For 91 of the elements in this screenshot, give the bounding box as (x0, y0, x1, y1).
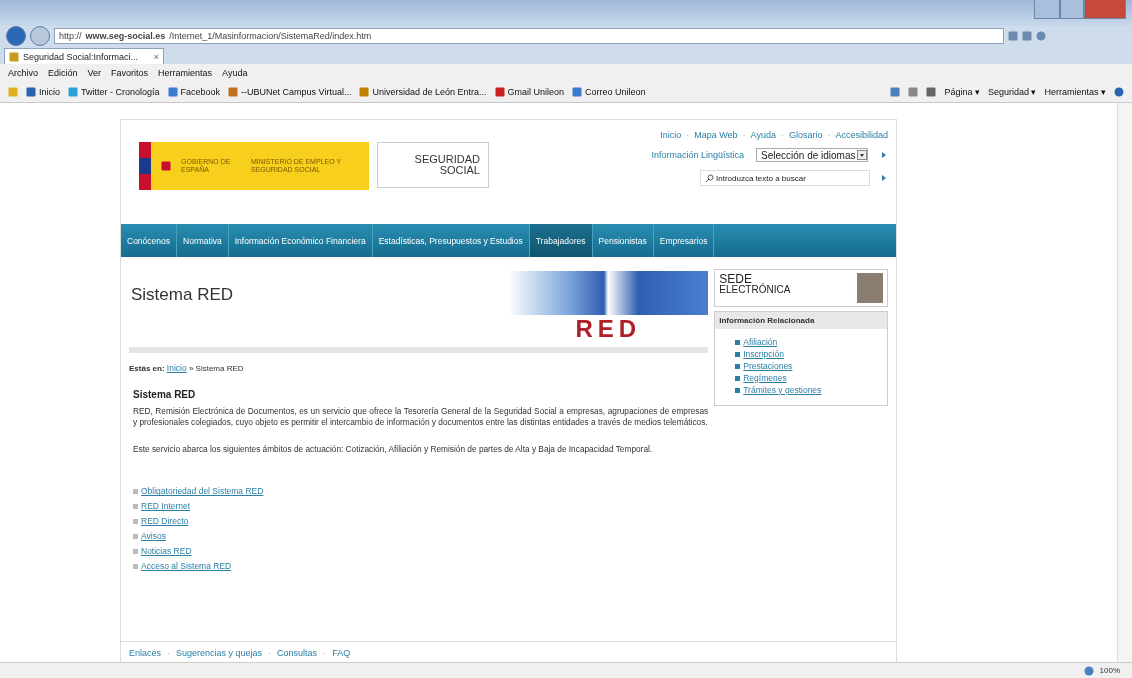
maximize-button[interactable] (1060, 0, 1084, 19)
menu-item[interactable]: Ayuda (222, 68, 248, 78)
favorite-link[interactable]: --UBUNet Campus Virtual... (228, 87, 352, 97)
photo-placeholder (857, 273, 883, 303)
link-separator: · (742, 130, 746, 140)
content-link[interactable]: RED Directo (141, 516, 189, 527)
zoom-level[interactable]: 100% (1099, 666, 1120, 675)
related-link[interactable]: Afiliación (743, 337, 778, 347)
forward-button[interactable] (30, 26, 50, 46)
address-field[interactable]: http:// www.seg-social.es /Internet_1/Masinformacion/SistemaRed/index.htm (54, 28, 1004, 44)
nav-tab[interactable]: Pensionistas (592, 224, 654, 257)
related-link[interactable]: Regímenes (743, 373, 787, 383)
search-submit-icon[interactable] (880, 174, 888, 182)
link-separator: · (268, 648, 272, 660)
flag-drawing (139, 142, 151, 190)
content-link[interactable]: RED Internet (141, 501, 191, 512)
favorite-link[interactable]: Inicio (26, 87, 60, 97)
search-icon (705, 173, 714, 183)
search-field[interactable]: Introduzca texto a buscar (700, 170, 870, 186)
nav-tab[interactable]: Información Económico Financiera (228, 224, 373, 257)
menu-item[interactable]: Ver (87, 68, 102, 78)
nav-tab[interactable]: Conócenos (121, 224, 177, 257)
nav-tab[interactable]: Empresarios (653, 224, 715, 257)
scrollbar[interactable] (1117, 103, 1132, 662)
footer-link[interactable]: FAQ (332, 648, 351, 662)
bullet-icon (735, 375, 741, 381)
content-link[interactable]: Avisos (141, 531, 166, 542)
bullet-icon (133, 503, 138, 509)
bullet-icon (133, 518, 138, 524)
footer-link[interactable]: Sugerencias y quejas (176, 648, 263, 662)
bullet-icon (133, 548, 138, 554)
link-separator: · (780, 130, 784, 140)
breadcrumb-link[interactable]: Inicio (166, 363, 187, 373)
go-arrow-icon[interactable] (880, 151, 888, 159)
breadcrumb-separator: » (188, 364, 194, 373)
header-link[interactable]: Inicio (660, 130, 682, 140)
minimize-button[interactable] (1034, 0, 1060, 19)
bullet-icon (735, 363, 741, 369)
language-link[interactable]: Información Lingüística (651, 150, 744, 160)
related-title: Información Relacionada (715, 312, 887, 329)
favorite-link[interactable]: Correo Unileon (572, 87, 646, 97)
favorite-link[interactable]: Twitter - Cronología (68, 87, 160, 97)
nav-tab[interactable]: Estadísticas, Presupuestos y Estudios (372, 224, 530, 257)
banner-text: RED (575, 315, 642, 343)
header-link[interactable]: Ayuda (750, 130, 776, 140)
paragraph: Este servicio abarca los siguientes ámbitos de actuación: Cotización, Afiliación y Remisión de partes de Alta y Baja de Incapacidad Temporal. (133, 443, 654, 455)
breadcrumb-current: Sistema RED (195, 364, 244, 373)
related-link[interactable]: Trámites y gestiones (743, 385, 822, 395)
bullet-icon (133, 488, 138, 494)
command-button[interactable]: Seguridad ▾ (987, 87, 1037, 97)
breadcrumb-label: Estás en: (129, 364, 165, 373)
header-link[interactable]: Mapa Web (694, 130, 738, 140)
related-link[interactable]: Prestaciones (743, 361, 793, 371)
link-separator: · (827, 130, 831, 140)
command-button[interactable]: Herramientas ▾ (1044, 87, 1106, 97)
content-link[interactable]: Noticias RED (141, 546, 192, 557)
link-separator: · (323, 648, 327, 660)
language-select[interactable]: Selección de idiomas (756, 148, 868, 162)
header-link[interactable]: Glosario (788, 130, 823, 140)
link-separator: · (686, 130, 690, 140)
footer-link[interactable]: Enlaces (129, 648, 162, 662)
favorite-link[interactable]: Gmail Unileon (494, 87, 565, 97)
nav-tab[interactable]: Normativa (177, 224, 229, 257)
favorite-link[interactable]: Facebook (167, 87, 221, 97)
back-button[interactable] (6, 26, 26, 46)
browser-tab[interactable]: Seguridad Social:Informaci... × (4, 48, 164, 64)
menu-item[interactable]: Favoritos (111, 68, 149, 78)
related-link[interactable]: Inscripción (743, 349, 784, 359)
menu-item[interactable]: Archivo (8, 68, 38, 78)
nav-tab[interactable]: Trabajadores (529, 224, 593, 257)
tab-close[interactable]: × (153, 51, 159, 62)
content-link[interactable]: Obligatoriedad del Sistema RED (141, 486, 264, 497)
bullet-icon (133, 563, 138, 569)
footer-link[interactable]: Consultas (277, 648, 318, 662)
menu-item[interactable]: Herramientas (158, 68, 213, 78)
favorite-link[interactable]: Universidad de León Entra... (359, 87, 487, 97)
menu-item[interactable]: Edición (48, 68, 78, 78)
dropdown-icon (857, 150, 867, 160)
page-title: Sistema RED (131, 285, 234, 305)
seguridad-social-logo: SEGURIDAD SOCIAL (377, 142, 489, 188)
paragraph: RED, Remisión Electrónica de Documentos, es un servicio que ofrece la Tesorería General de la Seguridad Social a empresas, agrupaciones de empresas y profesionales colegiados, cuyo objeto es permitir el intercambio de información y documentos entre las distintas entidades a través de medios telemáticos. (133, 406, 709, 428)
command-button[interactable]: Página ▾ (944, 87, 980, 97)
bullet-icon (735, 351, 741, 357)
header-link[interactable]: Accesibilidad (835, 130, 888, 140)
bullet-icon (133, 533, 138, 539)
content-link[interactable]: Acceso al Sistema RED (141, 561, 232, 572)
link-separator: · (167, 648, 171, 660)
bullet-icon (735, 387, 741, 393)
section-title: Sistema RED (133, 389, 197, 400)
sede-electronica-banner[interactable]: SEDE ELECTRÓNICA (714, 269, 888, 307)
bullet-icon (735, 339, 741, 345)
